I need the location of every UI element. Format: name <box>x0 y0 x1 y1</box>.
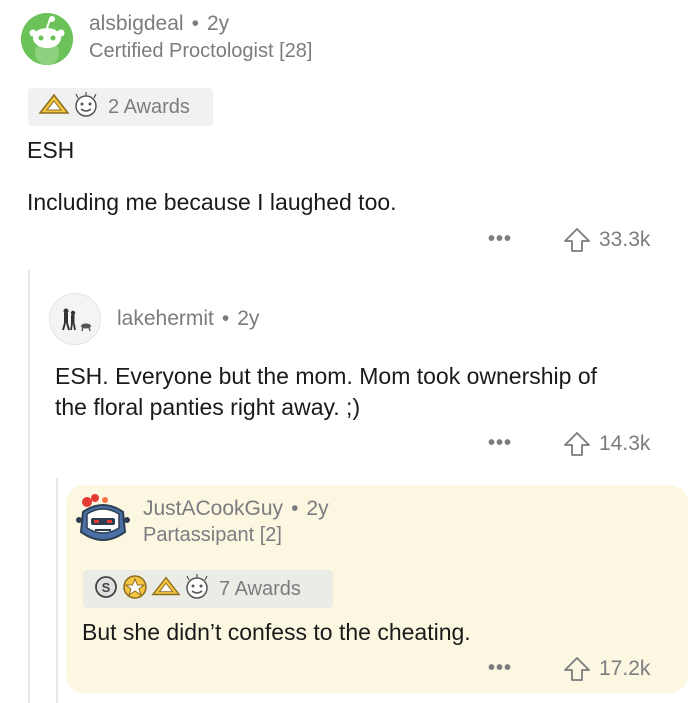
avatar[interactable] <box>21 13 73 65</box>
award-wholesome-face-icon <box>183 573 211 605</box>
upvote-button[interactable]: 33.3k <box>563 227 650 253</box>
thread-line[interactable] <box>56 478 58 703</box>
comment-body-line: the floral panties right away. ;) <box>55 394 361 420</box>
award-silver-icon: S <box>93 574 119 605</box>
upvote-arrow-icon <box>564 228 590 252</box>
award-rocket-like-icon <box>38 93 70 122</box>
avatar[interactable] <box>75 490 131 548</box>
comment-body-line: ESH. Everyone but the mom. Mom took owne… <box>55 363 598 389</box>
awards-pill[interactable]: 2 Awards <box>28 88 213 126</box>
comment-body-line: But she didn’t confess to the cheating. <box>82 619 471 645</box>
award-star-badge-icon <box>121 574 149 605</box>
separator-dot: • <box>221 307 230 330</box>
avatar[interactable] <box>49 293 101 345</box>
award-wholesome-face-icon <box>72 91 100 123</box>
username[interactable]: JustACookGuy <box>143 497 283 521</box>
vote-count: 14.3k <box>599 432 651 455</box>
comment-body-line: ESH <box>27 137 75 163</box>
silhouette-walkers-avatar <box>50 294 100 344</box>
reddit-snoo-green-icon <box>21 13 73 65</box>
separator-dot: • <box>191 12 199 35</box>
more-options-button[interactable]: ••• <box>488 228 512 251</box>
svg-text:S: S <box>102 580 111 595</box>
upvote-button[interactable]: 14.3k <box>563 431 650 457</box>
comment-age: 2y <box>237 307 260 330</box>
upvote-button[interactable]: 17.2k <box>563 656 650 682</box>
more-options-button[interactable]: ••• <box>488 657 512 680</box>
thread-line[interactable] <box>28 270 30 703</box>
comment-age: 2y <box>306 497 329 520</box>
award-rocket-like-icon <box>151 575 181 604</box>
comment-age: 2y <box>206 12 230 35</box>
upvote-arrow-icon <box>564 657 590 681</box>
vote-count: 17.2k <box>599 657 651 680</box>
awards-pill[interactable]: S 7 Awards <box>83 570 333 608</box>
more-options-button[interactable]: ••• <box>488 432 512 455</box>
user-flair: Certified Proctologist [28] <box>89 40 313 62</box>
awards-count-label: 2 Awards <box>108 95 190 118</box>
upvote-arrow-icon <box>564 432 590 456</box>
comment-body-line: Including me because I laughed too. <box>27 189 397 215</box>
user-flair: Partassipant [2] <box>143 524 282 546</box>
username[interactable]: lakehermit <box>117 307 214 331</box>
awards-count-label: 7 Awards <box>219 577 301 600</box>
separator-dot: • <box>291 497 299 520</box>
username[interactable]: alsbigdeal <box>89 12 184 36</box>
vote-count: 33.3k <box>599 228 651 251</box>
snoo-robot-avatar <box>76 494 130 541</box>
